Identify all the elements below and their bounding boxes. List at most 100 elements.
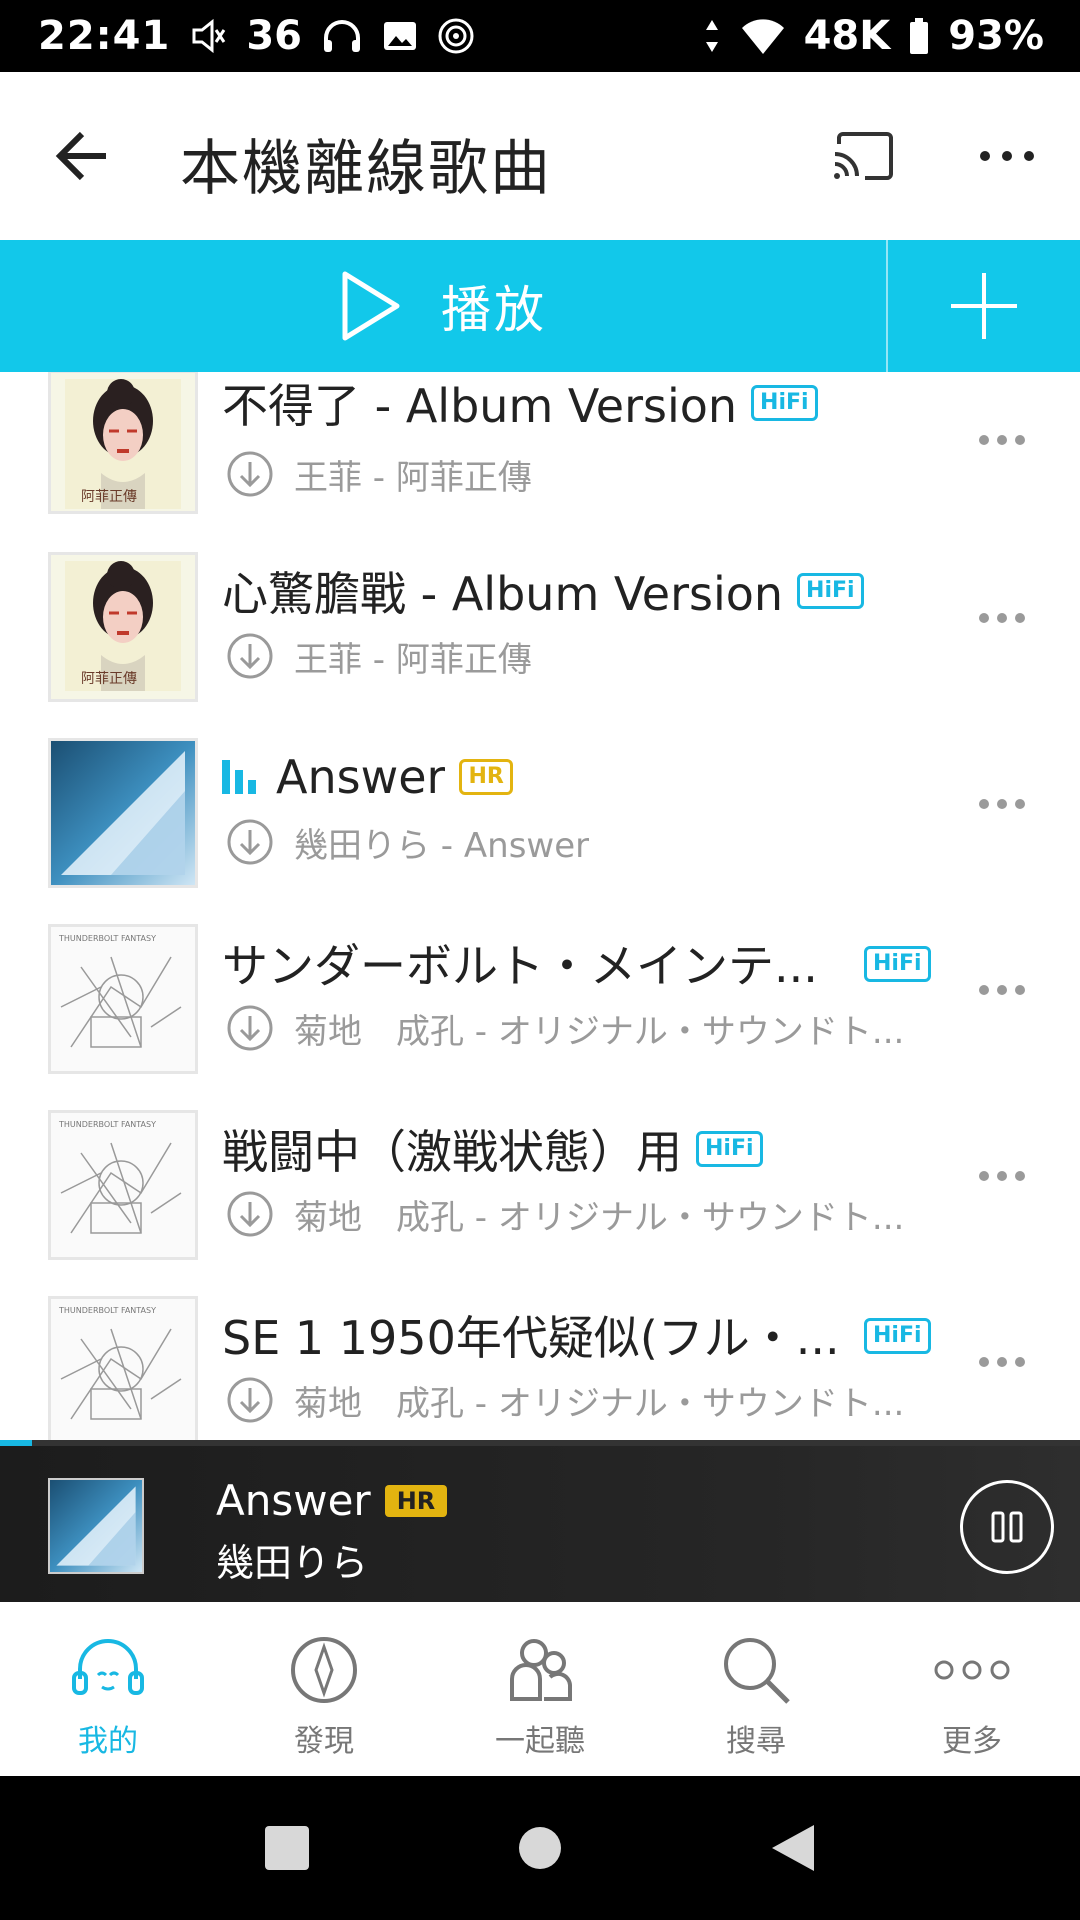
song-list[interactable]: 阿菲正傳 不得了 - Album Version HiFi 王菲 - 阿菲正傳 …: [0, 372, 1080, 1440]
nav-label: 更多: [942, 1724, 1002, 1759]
song-row[interactable]: THUNDERBOLT FANTASY SE 1 1950年代疑似(フル・...…: [0, 1296, 1080, 1440]
cast-target-icon: [436, 16, 476, 56]
song-row[interactable]: 阿菲正傳 不得了 - Album Version HiFi 王菲 - 阿菲正傳: [0, 372, 1080, 556]
download-icon: [227, 819, 273, 865]
song-artist-album: 菊地 成孔 - オリジナル・サウンドト...: [294, 1383, 905, 1424]
download-icon: [227, 1005, 273, 1051]
svg-text:阿菲正傳: 阿菲正傳: [81, 489, 137, 505]
svg-text:阿菲正傳: 阿菲正傳: [81, 671, 137, 687]
song-title-line: Answer HR: [222, 742, 513, 812]
song-more-button[interactable]: [972, 410, 1032, 470]
song-title-line: 戦闘中（激戦状態）用 HiFi: [222, 1114, 763, 1184]
hifi-badge: HiFi: [864, 946, 931, 982]
song-row[interactable]: THUNDERBOLT FANTASY 戦闘中（激戦状態）用 HiFi 菊地 成…: [0, 1110, 1080, 1296]
app-bar: 本機離線歌曲: [0, 72, 1080, 240]
headphones-icon: [320, 16, 364, 56]
more-horizontal-icon: [979, 799, 1025, 809]
wifi-icon: [740, 16, 786, 56]
svg-text:THUNDERBOLT FANTASY: THUNDERBOLT FANTASY: [58, 934, 156, 943]
nav-item-more[interactable]: 更多: [864, 1602, 1080, 1776]
more-options-button[interactable]: [972, 124, 1042, 188]
song-row[interactable]: 阿菲正傳 心驚膽戰 - Album Version HiFi 王菲 - 阿菲正傳: [0, 552, 1080, 738]
song-title: SE 1 1950年代疑似(フル・...: [222, 1311, 840, 1365]
hifi-badge: HiFi: [696, 1131, 763, 1167]
nav-item-search[interactable]: 搜尋: [648, 1602, 864, 1776]
song-subtitle-line: 菊地 成孔 - オリジナル・サウンドト...: [226, 1000, 904, 1056]
song-artist-album: 菊地 成孔 - オリジナル・サウンドト...: [294, 1197, 905, 1238]
headphones-face-icon: [68, 1630, 148, 1710]
song-more-button[interactable]: [972, 774, 1032, 834]
image-icon: [382, 18, 418, 54]
nav-item-mine[interactable]: 我的: [0, 1602, 216, 1776]
app-screen: 22:41 36 48K 93% 本機離線歌曲 播放 阿菲正傳 不得了 - Al…: [0, 0, 1080, 1920]
play-all-label: 播放: [441, 281, 547, 339]
song-subtitle-line: 菊地 成孔 - オリジナル・サウンドト...: [226, 1186, 904, 1242]
nav-item-listen-together[interactable]: 一起聽: [432, 1602, 648, 1776]
bottom-navigation: 我的 發現 一起聽 搜尋 更多: [0, 1602, 1080, 1776]
recents-button[interactable]: [257, 1818, 317, 1878]
song-row-playing[interactable]: Answer HR 幾田りら - Answer: [0, 738, 1080, 924]
more-horizontal-icon: [980, 151, 1034, 161]
cast-icon: [834, 132, 893, 180]
play-all-button[interactable]: 播放: [0, 240, 886, 372]
now-playing-cover: [48, 1478, 144, 1574]
pause-icon: [991, 1511, 1023, 1543]
home-button[interactable]: [510, 1818, 570, 1878]
nav-item-discover[interactable]: 發現: [216, 1602, 432, 1776]
svg-text:THUNDERBOLT FANTASY: THUNDERBOLT FANTASY: [58, 1306, 156, 1315]
status-bar: 22:41 36 48K 93%: [0, 0, 1080, 72]
download-icon: [227, 451, 273, 497]
more-horizontal-icon: [979, 985, 1025, 995]
album-cover: 阿菲正傳: [48, 552, 198, 702]
song-row[interactable]: THUNDERBOLT FANTASY サンダーボルト・メインテ... HiFi…: [0, 924, 1080, 1110]
hr-badge: HR: [459, 759, 513, 795]
song-artist-album: 王菲 - 阿菲正傳: [294, 457, 532, 498]
download-icon: [227, 633, 273, 679]
more-horizontal-icon: [979, 613, 1025, 623]
download-icon: [227, 1377, 273, 1423]
song-title-line: サンダーボルト・メインテ...: [222, 928, 818, 998]
status-time: 22:41: [38, 13, 171, 59]
search-icon: [716, 1630, 796, 1710]
nav-label: 一起聽: [495, 1724, 585, 1759]
song-title-line: 不得了 - Album Version HiFi: [222, 372, 818, 438]
song-more-button[interactable]: [972, 1332, 1032, 1392]
song-subtitle-line: 王菲 - 阿菲正傳: [226, 628, 532, 684]
now-playing-artist: 幾田りら: [216, 1541, 369, 1585]
triangle-back-icon: [772, 1825, 815, 1871]
people-icon: [500, 1630, 580, 1710]
song-more-button[interactable]: [972, 960, 1032, 1020]
battery-icon: [908, 16, 930, 56]
song-title-line: SE 1 1950年代疑似(フル・...: [222, 1300, 840, 1370]
now-playing-bar[interactable]: Answer HR 幾田りら: [0, 1440, 1080, 1602]
album-cover: THUNDERBOLT FANTASY: [48, 1110, 198, 1260]
playback-progress: [0, 1440, 1080, 1446]
three-circles-icon: [932, 1630, 1012, 1710]
now-playing-title-line: Answer HR: [216, 1476, 448, 1525]
album-cover: [48, 738, 198, 888]
album-cover: THUNDERBOLT FANTASY: [48, 924, 198, 1074]
album-cover: 阿菲正傳: [48, 372, 198, 514]
song-artist-album: 王菲 - 阿菲正傳: [294, 639, 532, 680]
back-button[interactable]: [50, 124, 114, 188]
more-horizontal-icon: [979, 1357, 1025, 1367]
more-horizontal-icon: [979, 1171, 1025, 1181]
album-cover: THUNDERBOLT FANTASY: [48, 1296, 198, 1440]
song-title: 心驚膽戰 - Album Version: [222, 567, 784, 621]
back-system-button[interactable]: [763, 1818, 823, 1878]
song-more-button[interactable]: [972, 1146, 1032, 1206]
now-playing-indicator-icon: [222, 760, 256, 794]
pause-button[interactable]: [960, 1480, 1054, 1574]
back-arrow-icon: [55, 131, 106, 181]
cast-button[interactable]: [828, 124, 898, 188]
song-artist-album: 菊地 成孔 - オリジナル・サウンドト...: [294, 1011, 905, 1052]
nav-label: 發現: [294, 1724, 354, 1759]
add-button[interactable]: [888, 240, 1080, 372]
song-more-button[interactable]: [972, 588, 1032, 648]
svg-text:THUNDERBOLT FANTASY: THUNDERBOLT FANTASY: [58, 1120, 156, 1129]
play-all-bar: 播放: [0, 240, 1080, 372]
song-title: Answer: [276, 750, 446, 804]
playback-progress-fill: [0, 1440, 33, 1446]
hifi-badge: HiFi: [864, 1318, 931, 1354]
song-title: 不得了 - Album Version: [222, 379, 738, 433]
